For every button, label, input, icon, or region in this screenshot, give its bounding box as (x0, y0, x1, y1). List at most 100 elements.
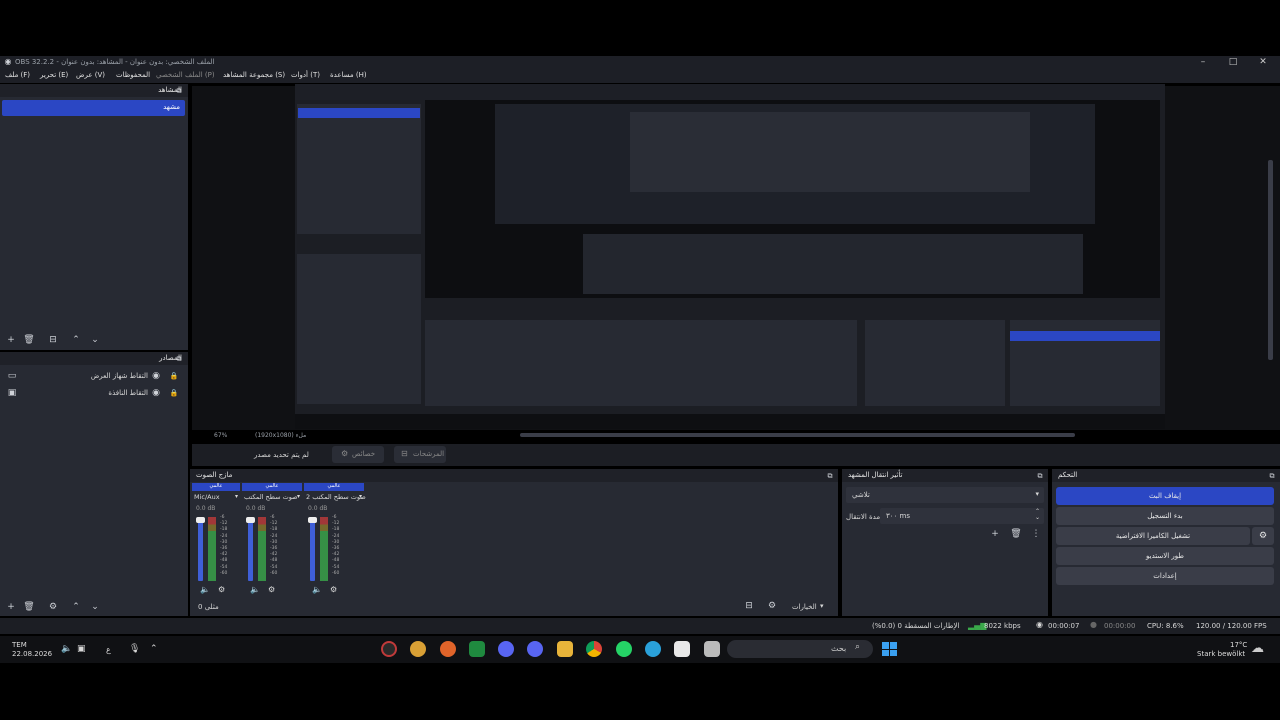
taskbar-search[interactable]: بحث ⌕ (727, 640, 873, 658)
trash-icon[interactable]: 🗑 (23, 334, 35, 346)
chevron-up-icon[interactable]: ⌃ (150, 644, 158, 654)
gear-icon[interactable]: ⚙ (330, 585, 337, 594)
chrome-icon[interactable] (586, 641, 602, 657)
lock-icon[interactable]: 🔒 (168, 370, 180, 382)
chevron-down-icon: ▾ (1035, 490, 1039, 498)
gear-icon[interactable]: ⚙ (268, 585, 275, 594)
transition-select[interactable]: تلاشي ▾ (846, 487, 1044, 503)
stepper-icon[interactable]: ⌃ ⌄ (1035, 509, 1040, 521)
settings-button[interactable]: إعدادات (1056, 567, 1274, 585)
virtual-camera-settings-button[interactable]: ⚙ (1252, 527, 1274, 545)
eye-icon[interactable]: ◉ (150, 387, 162, 399)
layout-icon[interactable]: ⊟ (743, 600, 755, 612)
stop-stream-button[interactable]: إيقاف البث (1056, 487, 1274, 505)
arrow-up-icon[interactable]: ⌃ (70, 601, 82, 613)
speaker-icon[interactable]: 🔈 (312, 585, 322, 594)
mic-icon[interactable]: 🎙 (129, 644, 140, 654)
speaker-icon[interactable]: 🔈 (250, 585, 260, 594)
menu-scene-collection[interactable]: مجموعة المشاهد (S) (223, 71, 285, 79)
gear-icon[interactable]: ⚙ (47, 601, 59, 613)
undock-icon[interactable]: ⧉ (1266, 470, 1278, 482)
calculator-icon[interactable] (674, 641, 690, 657)
preview-vscrollbar[interactable] (1268, 160, 1273, 360)
whatsapp-icon[interactable] (616, 641, 632, 657)
filters-button[interactable]: ⊟ المرشحات (394, 446, 446, 463)
menu-edit[interactable]: تحرير (E) (40, 71, 68, 79)
duration-input[interactable]: ٣٠٠ ms ⌃ ⌄ (880, 508, 1044, 524)
source-item[interactable]: ▭ التقاط شهاز العرض ◉ 🔒 (0, 370, 188, 384)
eye-icon[interactable]: ◉ (150, 370, 162, 382)
filter-icon[interactable]: ⊟ (47, 334, 59, 346)
mixer-options[interactable]: الخيارات (792, 603, 817, 611)
lock-icon[interactable]: 🔒 (168, 387, 180, 399)
files-icon[interactable] (704, 641, 720, 657)
discord-icon[interactable] (527, 641, 543, 657)
arrow-up-icon[interactable]: ⌃ (70, 334, 82, 346)
studio-mode-button[interactable]: طور الاستديو (1056, 547, 1274, 565)
undock-icon[interactable]: ⧉ (173, 353, 185, 365)
add-icon[interactable]: + (5, 601, 17, 613)
menu-file[interactable]: ملف (F) (5, 71, 30, 79)
undock-icon[interactable]: ⧉ (824, 470, 836, 482)
chevron-down-icon[interactable]: ▾ (235, 493, 238, 500)
close-icon[interactable]: ✕ (1248, 56, 1278, 69)
obs-app-icon[interactable] (381, 641, 397, 657)
add-icon[interactable]: + (5, 334, 17, 346)
add-icon[interactable]: + (989, 528, 1001, 540)
channel-state-badge[interactable]: عالمي (242, 483, 302, 491)
volume-slider[interactable] (248, 517, 253, 581)
mixer-header: مازج الصوت (190, 469, 838, 482)
maximize-icon[interactable]: □ (1218, 56, 1248, 69)
firefox-icon[interactable] (440, 641, 456, 657)
volume-slider[interactable] (310, 517, 315, 581)
arrow-down-icon[interactable]: ⌄ (89, 601, 101, 613)
status-bar: الإطارات المسقطة 0 (0.0%) ▂▄▆ 8022 kbps … (0, 618, 1280, 634)
channel-state-badge[interactable]: عالمي (304, 483, 364, 491)
trash-icon[interactable]: 🗑 (1010, 528, 1022, 540)
zoom-level[interactable]: 67% (214, 432, 227, 439)
more-icon[interactable]: ⋮ (1030, 528, 1042, 540)
preview-recursive-capture (295, 84, 1165, 429)
minimize-icon[interactable]: – (1188, 56, 1218, 69)
channel-state-badge[interactable]: عالمي (192, 483, 240, 491)
chevron-down-icon[interactable]: ▾ (359, 493, 362, 500)
app-icon-green[interactable] (469, 641, 485, 657)
channel-db: 0.0 dB (308, 505, 328, 512)
folder-icon[interactable] (557, 641, 573, 657)
menu-tools[interactable]: أدوات (T) (291, 71, 320, 79)
speaker-icon[interactable]: 🔈 (200, 585, 210, 594)
telegram-icon[interactable] (645, 641, 661, 657)
chevron-down-icon[interactable]: ▾ (297, 493, 300, 500)
gear-icon[interactable]: ⚙ (766, 600, 778, 612)
canvas-size[interactable]: (1920x1080) ملء (255, 432, 306, 439)
gear-icon[interactable]: ⚙ (218, 585, 225, 594)
input-language[interactable]: ع (106, 645, 111, 654)
undock-icon[interactable]: ⧉ (173, 85, 185, 97)
volume-slider-handle[interactable] (246, 517, 255, 523)
source-item[interactable]: ▣ التقاط النافذة ◉ 🔒 (0, 387, 188, 401)
volume-slider-handle[interactable] (308, 517, 317, 523)
properties-button[interactable]: ⚙ خصائص (332, 446, 384, 463)
menu-help[interactable]: مساعدة (H) (330, 71, 367, 79)
cloud-icon: ☁ (1251, 641, 1264, 656)
level-meter-scale: -6 -12 -18 -24 -30 -36 -42 -48 -54 -60 (332, 515, 340, 576)
menu-profile[interactable]: الملف الشخصي (P) (156, 71, 215, 79)
virtual-camera-button[interactable]: تشغيل الكاميرا الافتراضية (1056, 527, 1250, 545)
monitor-icon: ▭ (7, 371, 17, 381)
volume-slider[interactable] (198, 517, 203, 581)
speaker-icon[interactable]: 🔈 (61, 644, 72, 654)
trash-icon[interactable]: 🗑 (23, 601, 35, 613)
arrow-down-icon[interactable]: ⌄ (89, 334, 101, 346)
network-icon[interactable]: ▣ (77, 644, 86, 654)
menu-docks[interactable]: المحفوظات (116, 71, 150, 79)
context-bar: لم يتم تحديد مصدر ⚙ خصائص ⊟ المرشحات (192, 444, 1280, 466)
discord-icon[interactable] (498, 641, 514, 657)
undock-icon[interactable]: ⧉ (1034, 470, 1046, 482)
menu-view[interactable]: عرض (V) (76, 71, 105, 79)
volume-slider-handle[interactable] (196, 517, 205, 523)
scene-item[interactable]: مشهد (2, 100, 185, 116)
preview-scrollbar[interactable] (520, 433, 1075, 437)
start-record-button[interactable]: بدء التسجيل (1056, 507, 1274, 525)
app-icon-emoji[interactable] (410, 641, 426, 657)
start-icon[interactable] (882, 642, 897, 656)
